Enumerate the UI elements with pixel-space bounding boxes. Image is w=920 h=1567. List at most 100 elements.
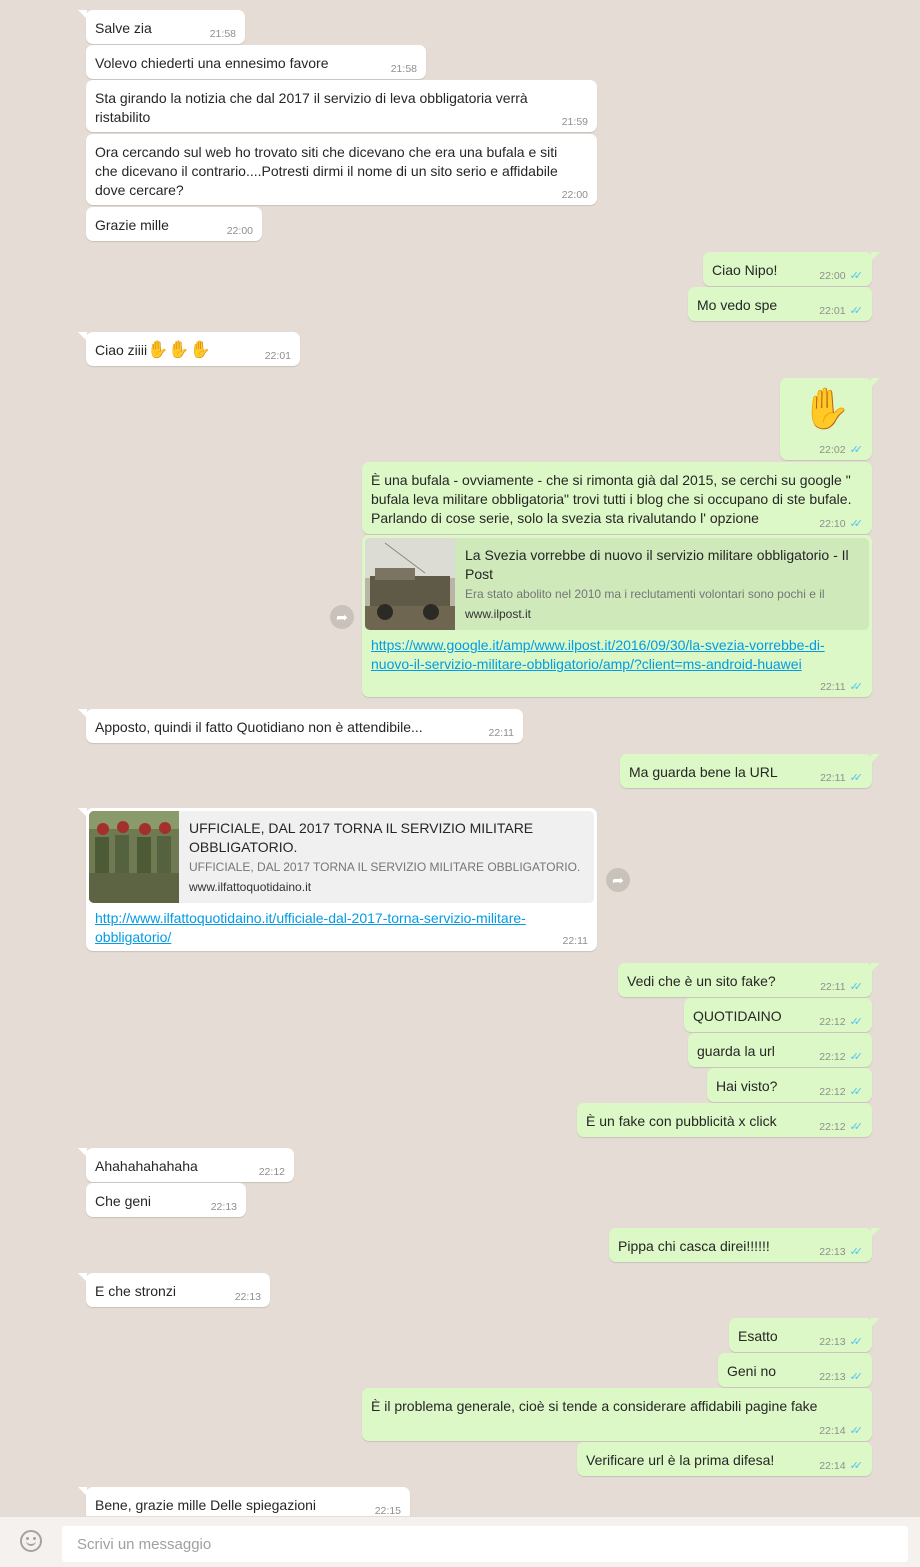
message-outgoing[interactable]: Vedi che è un sito fake? 22:11 ✓✓ (618, 963, 880, 997)
message-outgoing[interactable]: Pippa chi casca direi!!!!!! 22:13 ✓✓ (609, 1228, 880, 1262)
message-outgoing[interactable]: guarda la url 22:12 ✓✓ (688, 1033, 872, 1067)
message-incoming[interactable]: Che geni 22:13 (86, 1183, 246, 1217)
message-link[interactable]: https://www.google.it/amp/www.ilpost.it/… (365, 630, 869, 688)
message-incoming[interactable]: E che stronzi 22:13 (78, 1273, 270, 1307)
message-incoming[interactable]: Salve zia 21:58 (78, 10, 245, 44)
message-composer (0, 1516, 920, 1567)
smiley-icon[interactable] (20, 1530, 42, 1552)
link-preview[interactable]: La Svezia vorrebbe di nuovo il servizio … (365, 538, 869, 630)
read-ticks-icon: ✓✓ (849, 270, 864, 282)
message-incoming[interactable]: Apposto, quindi il fatto Quotidiano non … (78, 709, 523, 743)
message-text: Sta girando la notizia che dal 2017 il s… (95, 90, 532, 125)
message-outgoing[interactable]: Hai visto? 22:12 ✓✓ (707, 1068, 872, 1102)
chat-panel: Salve zia 21:58 Volevo chiederti una enn… (0, 0, 920, 1516)
message-time: 22:15 (374, 1505, 401, 1516)
message-text: Volevo chiederti una ennesimo favore (95, 55, 329, 71)
message-outgoing[interactable]: Mo vedo spe 22:01 ✓✓ (688, 287, 872, 321)
read-ticks-icon: ✓✓ (849, 1336, 864, 1348)
message-incoming-link[interactable]: UFFICIALE, DAL 2017 TORNA IL SERVIZIO MI… (78, 808, 597, 951)
message-text: Ora cercando sul web ho trovato siti che… (95, 144, 562, 198)
message-time: 22:01 (819, 305, 846, 317)
message-link[interactable]: http://www.ilfattoquotidaino.it/ufficial… (89, 903, 594, 961)
preview-site: www.ilpost.it (465, 607, 532, 621)
preview-title: UFFICIALE, DAL 2017 TORNA IL SERVIZIO MI… (189, 820, 534, 855)
forward-icon[interactable]: ➦ (606, 868, 630, 892)
read-ticks-icon: ✓✓ (849, 1051, 864, 1063)
message-incoming[interactable]: Ora cercando sul web ho trovato siti che… (86, 134, 597, 205)
message-text: Bene, grazie mille Delle spiegazioni (95, 1497, 317, 1513)
message-incoming[interactable]: Bene, grazie mille Delle spiegazioni 22:… (78, 1487, 410, 1516)
preview-title: La Svezia vorrebbe di nuovo il servizio … (465, 547, 849, 582)
raised-hand-icon: ✋✋✋ (147, 340, 211, 360)
preview-thumbnail (89, 811, 179, 903)
read-ticks-icon: ✓✓ (849, 518, 864, 530)
message-time: 21:58 (209, 28, 236, 40)
message-time: 22:14 (819, 1425, 846, 1437)
message-text-part: Ciao ziiii (95, 342, 148, 358)
message-outgoing[interactable]: Esatto 22:13 ✓✓ (729, 1318, 880, 1352)
message-time: 22:13 (210, 1201, 237, 1213)
message-outgoing[interactable]: Geni no 22:13 ✓✓ (718, 1353, 872, 1387)
read-ticks-icon: ✓✓ (849, 305, 864, 317)
message-outgoing-link[interactable]: La Svezia vorrebbe di nuovo il servizio … (362, 535, 872, 697)
read-ticks-icon: ✓✓ (849, 1121, 864, 1133)
read-ticks-icon: ✓✓ (849, 1425, 864, 1437)
message-incoming[interactable]: Grazie mille 22:00 (86, 207, 262, 241)
message-outgoing[interactable]: Verificare url è la prima difesa! 22:14 ✓… (577, 1442, 872, 1476)
read-ticks-icon: ✓✓ (849, 1086, 864, 1098)
message-text: Apposto, quindi il fatto Quotidiano non … (95, 719, 423, 735)
read-ticks-icon: ✓✓ (849, 772, 864, 784)
preview-site: www.ilfattoquotidaino.it (189, 880, 312, 894)
message-time: 22:00 (561, 189, 588, 201)
message-time: 22:12 (258, 1166, 285, 1178)
read-ticks-icon: ✓✓ (849, 1460, 864, 1472)
message-text: Ciao ziiii✋✋✋ (95, 341, 291, 360)
message-incoming[interactable]: Ciao ziiii✋✋✋ 22:01 (78, 332, 300, 366)
preview-thumbnail (365, 538, 455, 630)
message-time: 22:01 (264, 350, 291, 362)
message-time: 22:13 (234, 1291, 261, 1303)
read-ticks-icon: ✓✓ (849, 1016, 864, 1028)
preview-description: UFFICIALE, DAL 2017 TORNA IL SERVIZIO MI… (189, 860, 581, 874)
message-time: 22:14 (819, 1460, 846, 1472)
message-time: 22:02 (819, 444, 846, 456)
message-outgoing[interactable]: È il problema generale, cioè si tende a … (362, 1388, 872, 1441)
message-time: 22:12 (819, 1016, 846, 1028)
message-outgoing[interactable]: Ciao Nipo! 22:00 ✓✓ (703, 252, 880, 286)
message-time: 22:13 (819, 1371, 846, 1383)
message-time: 22:13 (819, 1336, 846, 1348)
message-outgoing[interactable]: È un fake con pubblicità x click 22:12 ✓✓ (577, 1103, 872, 1137)
read-ticks-icon: ✓✓ (849, 981, 864, 993)
message-incoming[interactable]: Ahahahahahaha 22:12 (78, 1148, 294, 1182)
raised-hand-icon: ✋ (801, 386, 851, 432)
read-ticks-icon: ✓✓ (849, 681, 864, 693)
message-time: 22:13 (819, 1246, 846, 1258)
message-time: 22:11 (820, 681, 846, 693)
preview-description: Era stato abolito nel 2010 ma i reclutam… (465, 587, 825, 601)
message-time: 22:12 (819, 1086, 846, 1098)
message-time: 22:12 (819, 1121, 846, 1133)
message-time: 22:11 (488, 727, 515, 739)
link-preview[interactable]: UFFICIALE, DAL 2017 TORNA IL SERVIZIO MI… (89, 811, 594, 903)
message-time: 22:11 (820, 772, 846, 784)
read-ticks-icon: ✓✓ (849, 444, 864, 456)
message-incoming[interactable]: Sta girando la notizia che dal 2017 il s… (86, 80, 597, 132)
message-text: È il problema generale, cioè si tende a … (371, 1398, 818, 1414)
message-input[interactable] (62, 1526, 908, 1562)
message-incoming[interactable]: Volevo chiederti una ennesimo favore 21:… (86, 45, 426, 79)
message-time: 22:10 (819, 518, 846, 530)
message-time: 21:58 (390, 63, 417, 75)
message-text: È una bufala - ovviamente - che si rimon… (371, 472, 856, 526)
message-time: 22:00 (226, 225, 253, 237)
message-time: 22:11 (820, 981, 846, 993)
forward-icon[interactable]: ➦ (330, 605, 354, 629)
message-outgoing[interactable]: Ma guarda bene la URL 22:11 ✓✓ (620, 754, 880, 788)
message-outgoing[interactable]: QUOTIDAINO 22:12 ✓✓ (684, 998, 872, 1032)
message-outgoing[interactable]: ✋ 22:02 ✓✓ (780, 378, 880, 460)
message-outgoing[interactable]: È una bufala - ovviamente - che si rimon… (362, 462, 872, 534)
read-ticks-icon: ✓✓ (849, 1246, 864, 1258)
message-time: 22:12 (819, 1051, 846, 1063)
message-time: 22:11 (562, 935, 589, 947)
message-time: 22:00 (819, 270, 846, 282)
message-text: Ahahahahahaha (95, 1158, 198, 1174)
